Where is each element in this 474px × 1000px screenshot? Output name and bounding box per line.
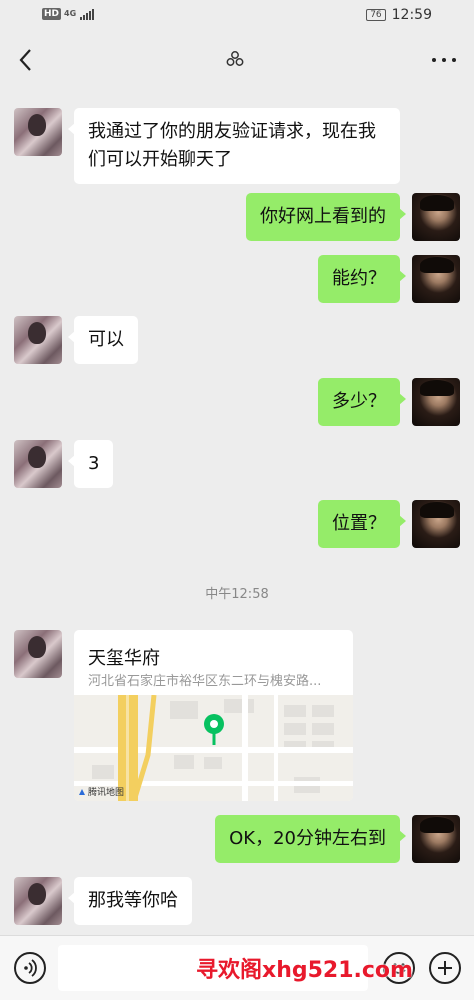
status-left: HD 4G: [42, 8, 95, 20]
message-bubble-incoming[interactable]: 可以: [68, 316, 138, 364]
status-time: 12:59: [391, 7, 432, 23]
avatar[interactable]: [412, 255, 460, 303]
status-bar: HD 4G 76 12:59: [0, 0, 474, 32]
avatar[interactable]: [14, 440, 62, 488]
avatar[interactable]: [14, 108, 62, 156]
message-bubble-outgoing[interactable]: OK，20分钟左右到: [215, 815, 406, 863]
avatar[interactable]: [412, 378, 460, 426]
group-icon: [226, 50, 244, 68]
avatar[interactable]: [14, 316, 62, 364]
signal-icon: [80, 8, 95, 20]
message-bubble-incoming[interactable]: 那我等你哈: [68, 877, 192, 925]
map-provider-label: 腾讯地图: [78, 785, 124, 798]
voice-icon[interactable]: [14, 952, 46, 984]
network-type: 4G: [64, 9, 77, 18]
status-right: 76 12:59: [366, 7, 432, 23]
chat-header: [0, 32, 474, 88]
watermark-text: 寻欢阁xhg521.com: [196, 958, 413, 983]
avatar[interactable]: [412, 193, 460, 241]
message-bubble-outgoing[interactable]: 能约？: [318, 255, 406, 303]
message-bubble-outgoing[interactable]: 位置？: [318, 500, 406, 548]
location-map[interactable]: 腾讯地图: [74, 695, 353, 801]
message-bubble-incoming[interactable]: 3: [67, 440, 114, 488]
location-name: 天玺华府: [88, 648, 160, 669]
message-timestamp: 中午12:58: [205, 587, 269, 602]
battery-icon: 76: [366, 9, 386, 21]
message-bubble-outgoing[interactable]: 你好网上看到的: [246, 193, 406, 241]
map-provider-icon: [79, 788, 85, 795]
avatar[interactable]: [412, 815, 460, 863]
avatar[interactable]: [412, 500, 460, 548]
message-bubble-outgoing[interactable]: 多少？: [318, 378, 406, 426]
location-card[interactable]: 天玺华府 河北省石家庄市裕华区东二环与槐安路... 腾讯地图: [74, 630, 353, 801]
message-bubble-incoming[interactable]: 我通过了你的朋友验证请求，现在我们可以开始聊天了: [68, 108, 400, 184]
plus-icon[interactable]: [429, 952, 461, 984]
more-dots-icon[interactable]: [432, 50, 456, 70]
back-icon[interactable]: [14, 46, 38, 74]
location-address: 河北省石家庄市裕华区东二环与槐安路...: [88, 674, 322, 689]
avatar[interactable]: [14, 877, 62, 925]
avatar[interactable]: [14, 630, 62, 678]
hd-badge: HD: [42, 8, 62, 20]
